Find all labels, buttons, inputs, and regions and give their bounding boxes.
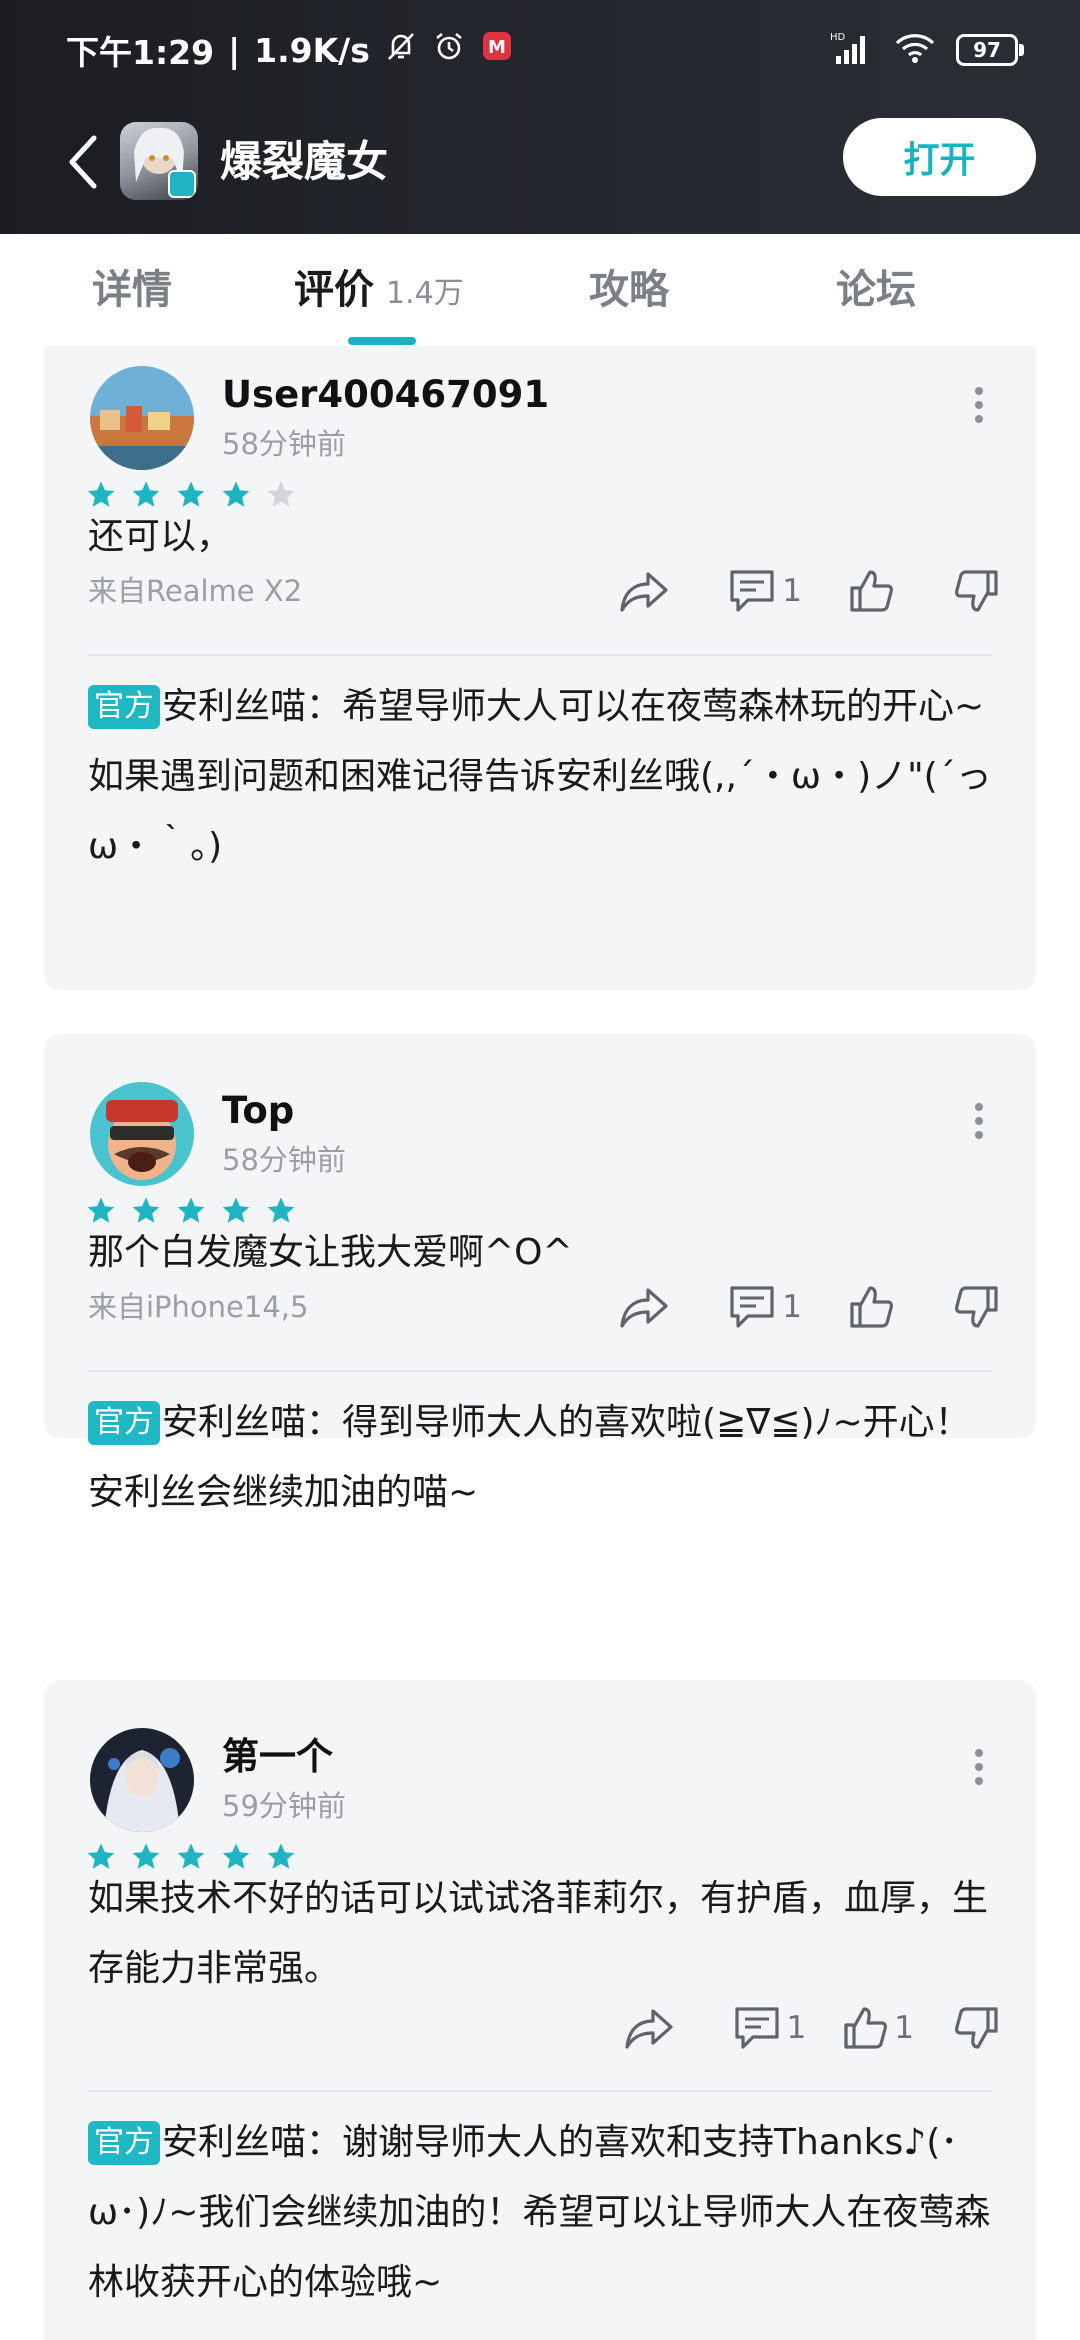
review-time: 58分钟前: [222, 1143, 346, 1177]
app-notification-icon: M: [480, 29, 514, 71]
thumbs-down-icon: [955, 570, 998, 612]
status-left: 下午1:29 | 1.9K/s M: [66, 28, 514, 72]
thumbs-down-icon: [955, 2007, 998, 2049]
share-button[interactable]: [619, 1998, 679, 2058]
share-button[interactable]: [614, 1277, 674, 1337]
tab-label: 攻略: [589, 267, 669, 313]
reply-text: 安利丝喵：谢谢导师大人的喜欢和支持Thanks♪(･ω･)ﾉ~我们会继续加油的！…: [88, 2122, 991, 2303]
svg-text:HD: HD: [830, 32, 846, 43]
more-options-button[interactable]: [964, 1742, 994, 1792]
thumbs-up-icon: [850, 570, 893, 612]
thumbs-up-icon: [850, 1286, 893, 1328]
more-options-button[interactable]: [964, 1096, 994, 1146]
comment-button[interactable]: 1: [728, 1277, 802, 1337]
share-icon: [620, 572, 668, 612]
network-speed: 1.9K/s: [254, 30, 370, 70]
mute-bell-icon: [384, 29, 418, 71]
status-time: 下午1:29: [66, 33, 215, 72]
wifi-icon: [894, 31, 936, 69]
comment-button[interactable]: 1: [733, 1998, 807, 2058]
device-info: 来自Realme X2: [88, 574, 303, 608]
active-tab-indicator: [348, 337, 416, 345]
divider: [88, 2090, 992, 2092]
review-card: User400467091 58分钟前 还可以， 来自Realme X2 1 官…: [44, 346, 1036, 990]
device-info: 来自iPhone14,5: [88, 1290, 309, 1324]
avatar[interactable]: [90, 366, 194, 470]
username[interactable]: Top: [222, 1086, 294, 1136]
like-button[interactable]: [848, 1277, 900, 1337]
official-reply: 官方 安利丝喵：得到导师大人的喜欢啦(≧∇≦)ﾉ~开心！安利丝会继续加油的喵~: [88, 1388, 1004, 1528]
more-options-button[interactable]: [964, 380, 994, 430]
divider: [88, 1370, 992, 1372]
official-reply: 官方 安利丝喵：希望导师大人可以在夜莺森林玩的开心~如果遇到问题和困难记得告诉安利…: [88, 672, 1004, 882]
avatar[interactable]: [90, 1728, 194, 1832]
hd-signal-icon: HD: [830, 30, 874, 70]
tab-guides[interactable]: 攻略: [589, 262, 669, 318]
battery-icon: 97: [956, 34, 1024, 66]
official-reply: 官方 安利丝喵：谢谢导师大人的喜欢和支持Thanks♪(･ω･)ﾉ~我们会继续加油…: [88, 2108, 1004, 2318]
title-bar: 爆裂魔女 打开: [0, 112, 1080, 212]
share-icon: [624, 2009, 673, 2049]
thumbs-up-icon: [844, 2007, 888, 2049]
back-button[interactable]: [58, 130, 108, 194]
official-tag: 官方: [88, 1401, 160, 1445]
like-button[interactable]: 1: [842, 1998, 914, 2058]
svg-text:M: M: [488, 37, 506, 58]
dislike-button[interactable]: [954, 1998, 1000, 2058]
cloud-badge-icon: [168, 170, 196, 198]
review-actions: 1 1: [619, 1998, 1000, 2058]
open-button[interactable]: 打开: [843, 118, 1036, 196]
comment-icon: [730, 570, 774, 612]
official-tag: 官方: [88, 685, 160, 729]
tab-label: 详情: [92, 267, 172, 313]
comment-count: 1: [782, 573, 802, 609]
review-actions: 1: [614, 561, 1000, 621]
tab-reviews[interactable]: 评价 1.4万: [294, 262, 464, 318]
review-actions: 1: [614, 1277, 1000, 1337]
tab-forum[interactable]: 论坛: [836, 262, 916, 318]
divider: [88, 654, 992, 656]
dislike-button[interactable]: [954, 561, 1000, 621]
reply-text: 安利丝喵：得到导师大人的喜欢啦(≧∇≦)ﾉ~开心！安利丝会继续加油的喵~: [88, 1402, 971, 1513]
dislike-button[interactable]: [954, 1277, 1000, 1337]
official-tag: 官方: [88, 2121, 160, 2165]
review-feed[interactable]: User400467091 58分钟前 还可以， 来自Realme X2 1 官…: [0, 346, 1080, 2340]
review-card: Top 58分钟前 那个白发魔女让我大爱啊^O^ 来自iPhone14,5 1 …: [44, 1034, 1036, 1513]
status-bar: 下午1:29 | 1.9K/s M HD 97: [0, 0, 1080, 100]
tab-bar: 详情 评价 1.4万 攻略 论坛: [0, 234, 1080, 346]
alarm-icon: [432, 29, 466, 71]
comment-count: 1: [786, 2010, 807, 2046]
game-title: 爆裂魔女: [220, 137, 389, 186]
like-button[interactable]: [848, 561, 900, 621]
tab-label: 评价: [294, 267, 374, 313]
comment-button[interactable]: 1: [728, 561, 802, 621]
review-time: 59分钟前: [222, 1789, 346, 1823]
review-card: 第一个 59分钟前 如果技术不好的话可以试试洛菲莉尔，有护盾，血厚，生存能力非常…: [44, 1680, 1036, 2340]
review-count: 1.4万: [386, 276, 464, 311]
username[interactable]: 第一个: [222, 1732, 333, 1782]
status-separator: |: [228, 30, 241, 70]
avatar[interactable]: [90, 1082, 194, 1186]
thumbs-down-icon: [955, 1286, 998, 1328]
comment-icon: [734, 2007, 779, 2049]
app-header: 下午1:29 | 1.9K/s M HD 97 爆裂魔女 打开: [0, 0, 1080, 234]
tab-label: 论坛: [836, 267, 916, 313]
share-button[interactable]: [614, 561, 674, 621]
chevron-left-icon: [69, 135, 97, 189]
review-text: 如果技术不好的话可以试试洛菲莉尔，有护盾，血厚，生存能力非常强。: [88, 1878, 989, 1989]
like-count: 1: [894, 2010, 914, 2046]
tab-details[interactable]: 详情: [92, 262, 172, 318]
game-icon: [120, 122, 198, 200]
status-right: HD 97: [830, 28, 1024, 72]
comment-icon: [730, 1286, 774, 1328]
reply-text: 安利丝喵：希望导师大人可以在夜莺森林玩的开心~如果遇到问题和困难记得告诉安利丝哦…: [88, 686, 992, 867]
username[interactable]: User400467091: [222, 370, 549, 420]
share-icon: [620, 1288, 668, 1328]
comment-count: 1: [782, 1289, 802, 1325]
review-time: 58分钟前: [222, 427, 346, 461]
